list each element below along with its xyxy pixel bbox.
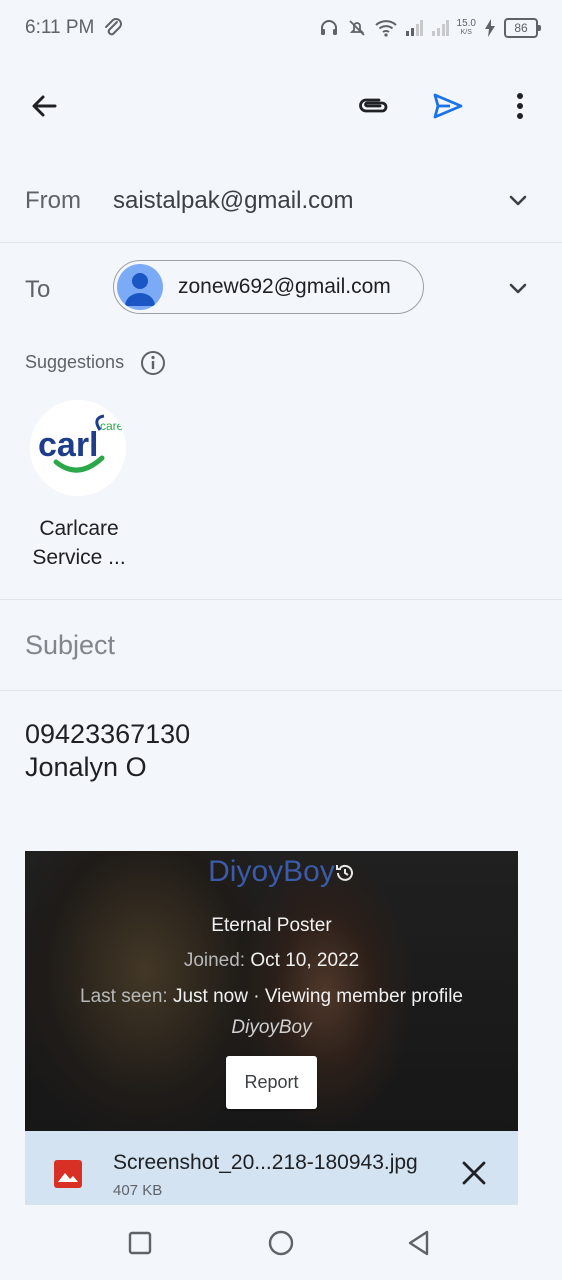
suggestions-label: Suggestions — [25, 352, 125, 372]
home-button[interactable] — [267, 1229, 295, 1257]
send-icon — [433, 93, 463, 119]
attachment-file-bar[interactable]: Screenshot_20...218-180943.jpg 407 KB — [25, 1131, 518, 1205]
preview-joined: Joined: Oct 10, 2022 — [183, 950, 360, 971]
recents-button[interactable] — [126, 1229, 154, 1257]
svg-text:care: care — [100, 419, 124, 433]
signal-2-icon — [431, 20, 449, 36]
more-vert-icon — [517, 93, 523, 119]
info-icon[interactable] — [140, 350, 166, 376]
attach-button[interactable] — [354, 86, 394, 126]
chevron-down-icon[interactable] — [506, 276, 530, 300]
carlcare-logo-image: carl care — [38, 414, 124, 473]
to-label: To — [25, 276, 51, 303]
compose-screen: 6:11 PM 15.0 K/S 86 From saistalpak@gmai… — [0, 0, 562, 1280]
close-icon[interactable] — [461, 1160, 487, 1186]
back-button[interactable] — [24, 86, 64, 126]
svg-text:carl: carl — [38, 426, 99, 464]
attachment-file-name: Screenshot_20...218-180943.jpg — [113, 1151, 418, 1174]
compose-toolbar — [0, 78, 562, 134]
preview-report-button: Report — [226, 1056, 317, 1109]
divider — [0, 242, 562, 243]
status-bar: 6:11 PM 15.0 K/S 86 — [0, 0, 562, 56]
recipient-chip[interactable]: zonew692@gmail.com — [113, 260, 424, 314]
carlcare-logo: carl care — [30, 400, 126, 496]
subject-field[interactable]: Subject — [25, 630, 115, 661]
from-row[interactable]: From saistalpak@gmail.com — [0, 160, 562, 242]
from-value[interactable]: saistalpak@gmail.com — [113, 187, 353, 215]
body-field[interactable]: 09423367130 Jonalyn O — [25, 718, 190, 784]
charging-bolt-icon — [485, 19, 495, 37]
preview-signature: DiyoyBoy — [231, 1017, 312, 1038]
recipient-email: zonew692@gmail.com — [178, 275, 391, 298]
signal-1-icon — [405, 20, 423, 36]
preview-last-seen: Last seen: Just now · Viewing member pro… — [80, 986, 463, 1007]
divider — [0, 599, 562, 600]
attachment-file-size: 407 KB — [113, 1182, 163, 1199]
wifi-icon — [374, 20, 397, 37]
attachment-notification-icon — [105, 18, 122, 36]
send-button[interactable] — [428, 86, 468, 126]
network-speed: 15.0 K/S — [456, 18, 476, 37]
chevron-down-icon[interactable] — [506, 188, 530, 212]
suggested-contact-name: Carlcare Service ... — [32, 517, 126, 569]
status-time: 6:11 PM — [25, 17, 95, 38]
system-nav-bar — [0, 1205, 562, 1280]
attachment-preview[interactable]: DiyoyBoy Eternal Poster Joined: Oct 10, … — [25, 851, 518, 1131]
divider — [0, 690, 562, 691]
person-icon — [125, 273, 155, 306]
mute-bell-icon — [348, 20, 365, 36]
from-label: From — [25, 187, 81, 214]
avatar — [117, 264, 163, 310]
more-options-button[interactable] — [500, 86, 540, 126]
headset-icon — [320, 20, 337, 35]
preview-rank: Eternal Poster — [211, 915, 332, 936]
back-nav-button[interactable] — [405, 1229, 433, 1257]
status-icons: 15.0 K/S 86 — [319, 14, 541, 42]
history-icon — [336, 864, 353, 881]
arrow-left-icon — [32, 95, 57, 117]
battery-indicator: 86 — [504, 18, 541, 38]
paperclip-icon — [359, 98, 388, 113]
image-file-icon — [54, 1160, 82, 1188]
preview-title: DiyoyBoy — [208, 855, 335, 888]
